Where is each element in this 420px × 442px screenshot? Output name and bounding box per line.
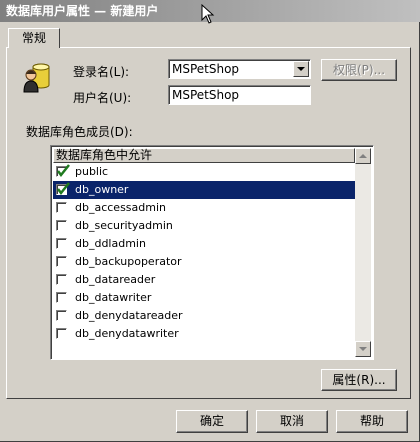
role-checkbox[interactable]: [56, 238, 67, 249]
role-label: db_ddladmin: [75, 237, 146, 250]
user-name-value: MSPetShop: [172, 88, 240, 102]
permissions-button[interactable]: 权限(P)...: [321, 59, 397, 81]
role-row[interactable]: db_denydatareader: [53, 307, 355, 325]
role-members-list[interactable]: 数据库角色中允许 public db_owner db_accessadmin db_…: [50, 145, 374, 360]
role-label: db_accessadmin: [75, 201, 166, 214]
help-button[interactable]: 帮助: [336, 410, 408, 433]
login-name-label: 登录名(L):: [73, 65, 130, 79]
role-label: db_denydatawriter: [75, 327, 179, 340]
mouse-cursor-icon: [201, 4, 215, 24]
role-checkbox[interactable]: [56, 292, 67, 303]
login-name-combobox[interactable]: MSPetShop: [168, 59, 311, 79]
user-properties-dialog: 数据库用户属性 — 新建用户 常规 登录名(L): MSPetShop 权限(P…: [0, 0, 420, 442]
role-row[interactable]: db_denydatawriter: [53, 325, 355, 343]
chevron-down-icon[interactable]: [293, 61, 309, 77]
role-label: db_backupoperator: [75, 255, 182, 268]
role-label: db_datareader: [75, 273, 156, 286]
checkmark-icon: [57, 182, 70, 196]
role-label: db_owner: [75, 183, 129, 196]
role-checkbox[interactable]: [56, 274, 67, 285]
role-checkbox[interactable]: [56, 202, 67, 213]
permissions-button-label: 权限(P)...: [332, 63, 386, 77]
role-row[interactable]: db_ddladmin: [53, 235, 355, 253]
user-name-input[interactable]: MSPetShop: [168, 85, 311, 105]
scroll-up-icon[interactable]: [355, 148, 371, 164]
properties-button[interactable]: 属性(R)...: [321, 369, 397, 391]
role-row[interactable]: public: [53, 163, 355, 181]
window-title: 数据库用户属性 — 新建用户: [6, 4, 159, 18]
role-checkbox[interactable]: [56, 182, 70, 196]
column-header-label: 数据库角色中允许: [56, 148, 153, 162]
role-checkbox[interactable]: [56, 328, 67, 339]
role-row[interactable]: db_datareader: [53, 271, 355, 289]
help-button-label: 帮助: [359, 414, 384, 428]
user-name-label: 用户名(U):: [73, 91, 132, 105]
properties-button-label: 属性(R)...: [332, 373, 386, 387]
tab-general-label: 常规: [21, 31, 46, 45]
role-row[interactable]: db_datawriter: [53, 289, 355, 307]
ok-button[interactable]: 确定: [176, 410, 248, 433]
role-checkbox[interactable]: [56, 310, 67, 321]
role-checkbox[interactable]: [56, 256, 67, 267]
database-user-icon: [23, 63, 50, 93]
role-label: public: [75, 165, 109, 178]
role-checkbox[interactable]: [56, 164, 70, 178]
ok-button-label: 确定: [199, 414, 224, 428]
vertical-scrollbar[interactable]: [355, 148, 371, 357]
role-label: db_denydatareader: [75, 309, 183, 322]
role-label: db_securityadmin: [75, 219, 173, 232]
role-label: db_datawriter: [75, 291, 152, 304]
cancel-button-label: 取消: [279, 414, 304, 428]
role-row[interactable]: db_owner: [53, 181, 355, 199]
login-name-value: MSPetShop: [172, 62, 240, 76]
scroll-down-icon[interactable]: [355, 341, 371, 357]
checkmark-icon: [57, 164, 70, 178]
role-members-label: 数据库角色成员(D):: [26, 125, 133, 139]
cancel-button[interactable]: 取消: [256, 410, 328, 433]
role-checkbox[interactable]: [56, 220, 67, 231]
role-row[interactable]: db_accessadmin: [53, 199, 355, 217]
column-header-permitted[interactable]: 数据库角色中允许: [53, 148, 355, 163]
role-row[interactable]: db_securityadmin: [53, 217, 355, 235]
role-row[interactable]: db_backupoperator: [53, 253, 355, 271]
role-rows: public db_owner db_accessadmin db_securitya…: [53, 163, 355, 343]
tab-general[interactable]: 常规: [8, 28, 60, 48]
